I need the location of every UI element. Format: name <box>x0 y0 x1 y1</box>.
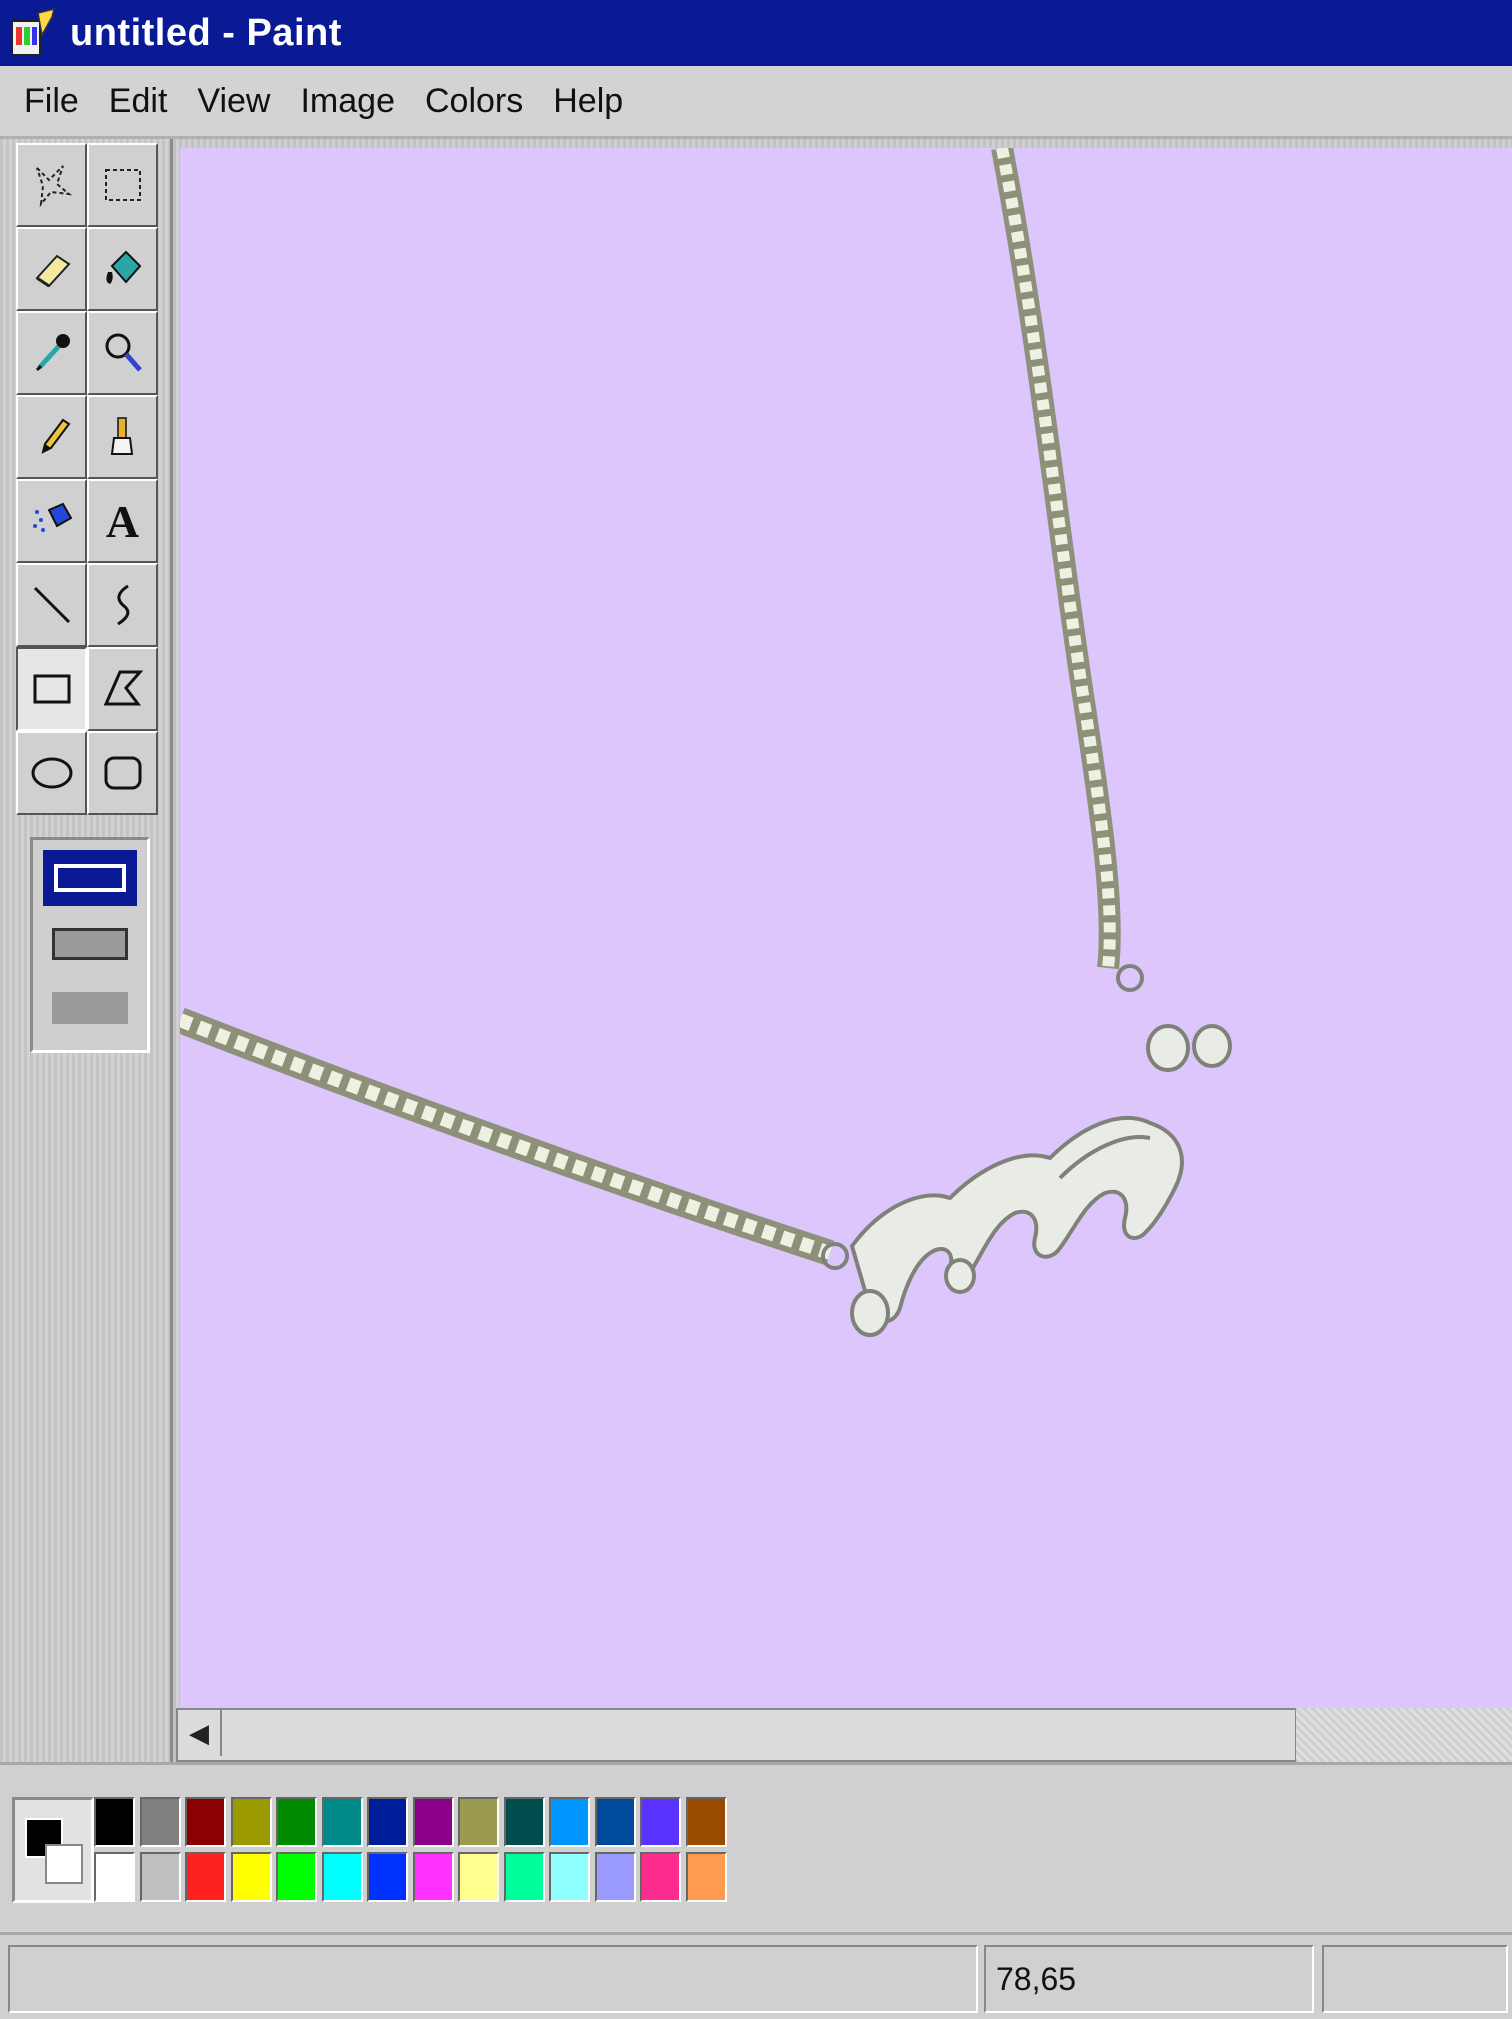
status-size-cell <box>1322 1945 1508 2013</box>
eyedropper-icon <box>35 334 70 372</box>
polygon-icon <box>103 670 143 706</box>
brush-icon <box>110 417 133 455</box>
color-swatch[interactable] <box>367 1797 408 1847</box>
color-swatch[interactable] <box>276 1852 317 1902</box>
background-color <box>45 1844 83 1884</box>
color-swatch[interactable] <box>640 1852 681 1902</box>
tool-brush[interactable] <box>87 395 158 479</box>
title-bar: untitled - Paint <box>0 0 1512 66</box>
tool-eyedropper[interactable] <box>16 311 87 395</box>
color-swatch[interactable] <box>640 1797 681 1847</box>
paint-app-icon <box>11 7 56 56</box>
tool-polygon[interactable] <box>87 647 158 731</box>
menu-edit[interactable]: Edit <box>109 82 168 121</box>
drawing-canvas[interactable] <box>180 148 1512 1708</box>
tool-free-select[interactable] <box>16 143 87 227</box>
color-swatch[interactable] <box>685 1797 727 1847</box>
fill-bucket-icon <box>105 250 141 284</box>
color-swatch[interactable] <box>367 1852 408 1902</box>
tool-magnifier[interactable] <box>87 311 158 395</box>
menu-colors[interactable]: Colors <box>425 82 523 121</box>
color-swatch[interactable] <box>139 1852 181 1902</box>
airbrush-icon <box>32 502 72 532</box>
eraser-icon <box>34 254 71 288</box>
tool-eraser[interactable] <box>16 227 87 311</box>
status-coordinates-cell: 78,65 <box>984 1945 1314 2013</box>
line-icon <box>33 586 70 624</box>
tool-text[interactable]: A <box>87 479 158 563</box>
color-swatch[interactable] <box>549 1852 590 1902</box>
color-swatches <box>92 1795 729 1905</box>
color-swatch[interactable] <box>321 1797 363 1847</box>
window-title: untitled - Paint <box>70 11 342 54</box>
option-fill[interactable] <box>43 980 137 1036</box>
color-swatch[interactable] <box>230 1797 272 1847</box>
color-swatch[interactable] <box>321 1852 363 1902</box>
color-swatch[interactable] <box>503 1852 545 1902</box>
status-message <box>8 1945 978 2013</box>
rounded-rect-icon <box>104 756 141 790</box>
color-swatch[interactable] <box>458 1852 499 1902</box>
current-colors[interactable] <box>12 1797 94 1903</box>
tool-fill[interactable] <box>87 227 158 311</box>
color-swatch[interactable] <box>412 1852 454 1902</box>
option-outline-fill[interactable] <box>43 916 137 972</box>
tool-rounded-rect[interactable] <box>87 731 158 815</box>
color-swatch[interactable] <box>503 1797 545 1847</box>
fill-style-options <box>30 837 150 1053</box>
arrow-left-icon: ◀ <box>189 1717 209 1748</box>
magnifier-icon <box>105 333 142 372</box>
horizontal-scrollbar[interactable]: ◀ <box>176 1708 1297 1762</box>
color-swatch[interactable] <box>594 1852 636 1902</box>
rect-select-icon <box>104 169 141 201</box>
menu-bar: File Edit View Image Colors Help <box>0 66 1512 139</box>
color-swatch[interactable] <box>139 1797 181 1847</box>
menu-image[interactable]: Image <box>300 82 395 121</box>
color-swatch[interactable] <box>276 1797 317 1847</box>
color-palette-bar <box>0 1762 1512 1935</box>
scrollbar-track-empty <box>1296 1708 1512 1762</box>
color-swatch[interactable] <box>185 1797 226 1847</box>
color-swatch[interactable] <box>412 1797 454 1847</box>
outline-fill-style-icon <box>52 928 128 960</box>
tool-rectangle[interactable] <box>16 647 87 731</box>
color-swatch[interactable] <box>185 1852 226 1902</box>
color-swatch[interactable] <box>549 1797 590 1847</box>
pencil-icon <box>41 418 70 454</box>
rectangle-icon <box>33 674 70 704</box>
cursor-coordinates: 78,65 <box>996 1961 1077 1997</box>
menu-help[interactable]: Help <box>553 82 623 121</box>
free-select-icon <box>35 165 72 208</box>
tool-line[interactable] <box>16 563 87 647</box>
status-bar: 78,65 <box>0 1932 1512 2019</box>
color-swatch[interactable] <box>458 1797 499 1847</box>
menu-file[interactable]: File <box>24 82 79 121</box>
mom-pendant <box>821 964 1232 1337</box>
tool-curve[interactable] <box>87 563 158 647</box>
fill-style-icon <box>52 992 128 1024</box>
color-swatch[interactable] <box>94 1797 135 1847</box>
scroll-left-button[interactable]: ◀ <box>178 1710 222 1756</box>
color-swatch[interactable] <box>594 1797 636 1847</box>
text-icon: A <box>105 495 140 547</box>
ellipse-icon <box>31 757 72 789</box>
tool-airbrush[interactable] <box>16 479 87 563</box>
tool-rect-select[interactable] <box>87 143 158 227</box>
menu-view[interactable]: View <box>197 82 270 121</box>
tool-box: A <box>0 139 173 1762</box>
curve-icon <box>116 584 129 626</box>
tool-grid: A <box>16 143 158 815</box>
tool-pencil[interactable] <box>16 395 87 479</box>
color-swatch[interactable] <box>94 1852 135 1902</box>
color-swatch[interactable] <box>230 1852 272 1902</box>
necklace-image <box>180 148 1232 1337</box>
outline-style-icon <box>54 864 126 892</box>
tool-ellipse[interactable] <box>16 731 87 815</box>
color-swatch[interactable] <box>685 1852 727 1902</box>
option-outline[interactable] <box>43 850 137 906</box>
